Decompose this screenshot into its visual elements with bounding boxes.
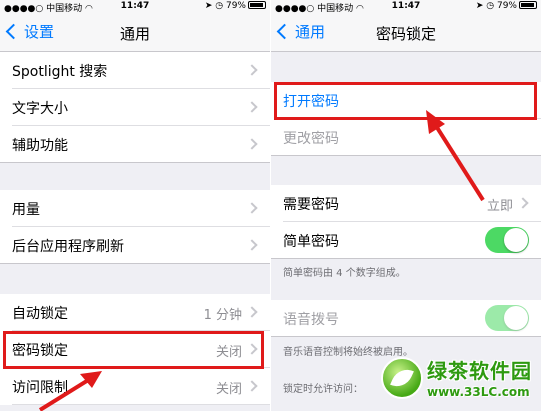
nav-bar: 设置 通用 [0, 14, 270, 52]
red-arrow-icon [38, 371, 102, 411]
row-label: 后台应用程序刷新 [12, 239, 124, 255]
row-label: 用量 [12, 202, 40, 218]
row-label: 自动锁定 [12, 306, 68, 322]
chevron-right-icon [246, 202, 258, 214]
simple-passcode-toggle[interactable] [485, 227, 529, 253]
simple-passcode-footer: 简单密码由 4 个数字组成。 [283, 268, 406, 279]
lock-access-footer: 锁定时允许访问： [283, 384, 363, 395]
leaf-logo-icon [381, 357, 423, 399]
passcode-row-require[interactable]: 需要密码 立即 [271, 185, 541, 222]
battery-percent: 79% [225, 1, 246, 11]
general-settings-screen: ●●●●○ 中国移动 ◠ 11:47 ➤ ◷ 79% 设置 通用 Spotlig… [0, 0, 270, 411]
watermark-title: 绿茶软件园 [427, 359, 532, 383]
location-icon: ➤ [475, 1, 484, 11]
settings-row-background-refresh[interactable]: 后台应用程序刷新 [0, 227, 270, 264]
chevron-right-icon [246, 380, 258, 392]
settings-row-spotlight[interactable]: Spotlight 搜索 [0, 52, 270, 89]
row-label: 简单密码 [283, 234, 339, 250]
alarm-icon: ◷ [486, 1, 495, 11]
battery-percent: 79% [496, 1, 517, 11]
voice-dial-toggle[interactable] [485, 305, 529, 331]
passcode-row-simple: 简单密码 [271, 222, 541, 259]
highlight-box [3, 331, 264, 369]
chevron-right-icon [246, 101, 258, 113]
row-label: 语音拨号 [283, 312, 339, 328]
passcode-row-change: 更改密码 [271, 119, 541, 156]
status-bar: ●●●●○ 中国移动 ◠ 11:47 ➤ ◷ 79% [271, 0, 541, 14]
status-bar: ●●●●○ 中国移动 ◠ 11:47 ➤ ◷ 79% [0, 0, 270, 14]
watermark: 绿茶软件园 www.33LC.com [381, 353, 541, 411]
nav-bar: 通用 密码锁定 [271, 14, 541, 52]
battery-icon [519, 1, 537, 9]
red-arrow-icon [426, 110, 485, 202]
page-title: 通用 [119, 25, 150, 43]
highlight-box [274, 82, 537, 120]
status-right: ➤ ◷ 79% [205, 1, 266, 11]
passcode-lock-screen: ●●●●○ 中国移动 ◠ 11:47 ➤ ◷ 79% 通用 密码锁定 打开密码 … [271, 0, 541, 411]
settings-row-accessibility[interactable]: 辅助功能 [0, 126, 270, 163]
chevron-right-icon [246, 239, 258, 251]
settings-row-usage[interactable]: 用量 [0, 190, 270, 227]
row-value: 关闭 [215, 382, 242, 397]
chevron-right-icon [246, 64, 258, 76]
row-value: 1 分钟 [203, 308, 242, 323]
chevron-right-icon [246, 306, 258, 318]
chevron-right-icon [246, 138, 258, 150]
chevron-right-icon [517, 197, 529, 209]
status-right: ➤ ◷ 79% [476, 1, 537, 11]
page-title: 密码锁定 [375, 25, 436, 43]
settings-row-auto-lock[interactable]: 自动锁定 1 分钟 [0, 294, 270, 331]
battery-icon [248, 1, 266, 9]
passcode-row-voice-dial: 语音拨号 [271, 300, 541, 337]
row-label: 辅助功能 [12, 138, 68, 154]
alarm-icon: ◷ [215, 1, 224, 11]
watermark-url: www.33LC.com [427, 385, 530, 399]
row-label: Spotlight 搜索 [12, 64, 108, 80]
row-label: 文字大小 [12, 101, 68, 117]
location-icon: ➤ [204, 1, 213, 11]
settings-row-text-size[interactable]: 文字大小 [0, 89, 270, 126]
row-label: 需要密码 [283, 197, 339, 213]
row-label: 更改密码 [283, 131, 339, 147]
